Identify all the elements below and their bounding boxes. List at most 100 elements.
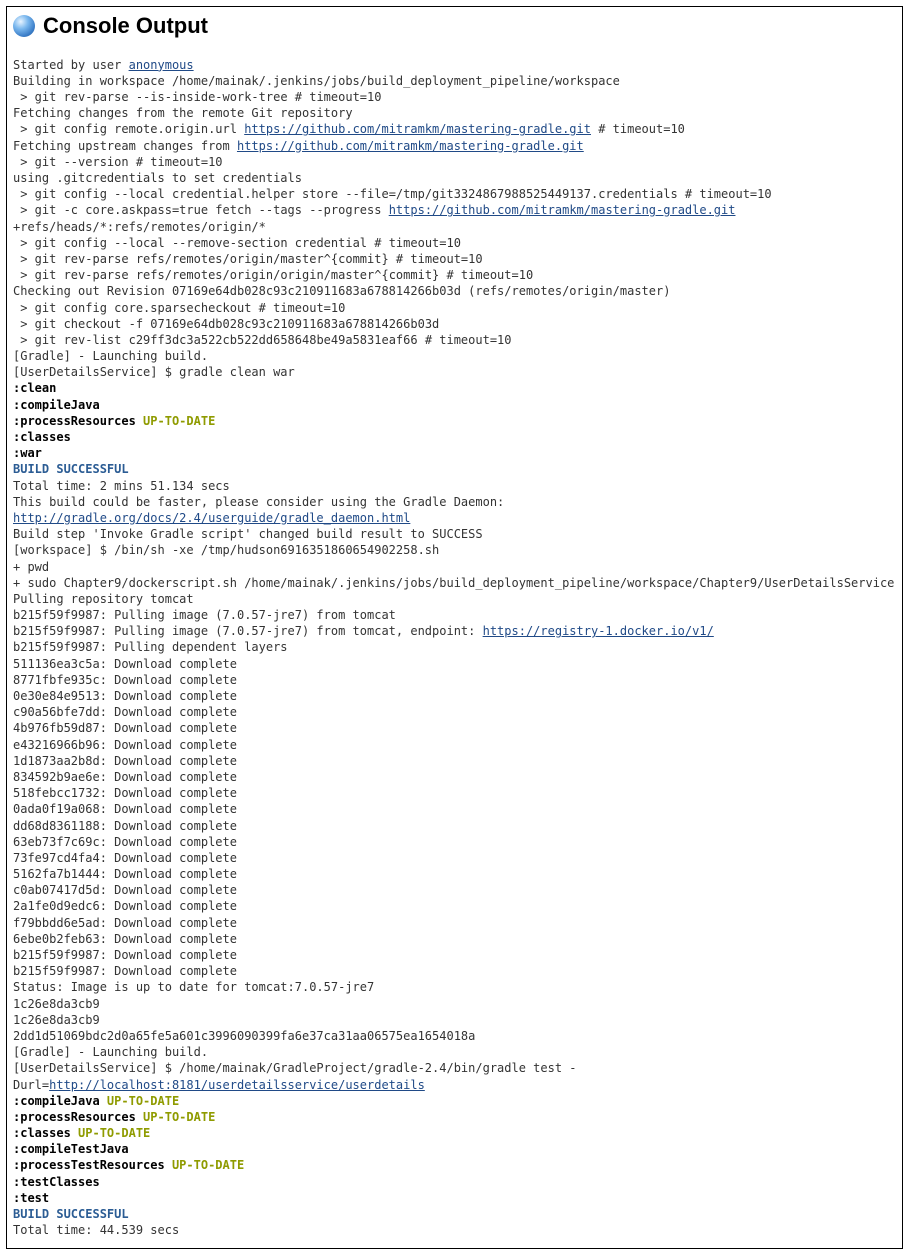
console-text: :processResources [13, 414, 136, 428]
console-text: Build step 'Invoke Gradle script' change… [13, 527, 483, 541]
console-link[interactable]: http://gradle.org/docs/2.4/userguide/gra… [13, 511, 410, 525]
console-text: 8771fbfe935c: Download complete [13, 673, 237, 687]
console-line: > git rev-parse refs/remotes/origin/mast… [13, 251, 896, 267]
console-text: > git config --local --remove-section cr… [13, 236, 461, 250]
console-line: b215f59f9987: Download complete [13, 963, 896, 979]
console-text: Total time: 2 mins 51.134 secs [13, 479, 230, 493]
console-text: c0ab07417d5d: Download complete [13, 883, 237, 897]
console-line: [UserDetailsService] $ gradle clean war [13, 364, 896, 380]
console-text: Pulling repository tomcat [13, 592, 194, 606]
console-text: b215f59f9987: Download complete [13, 948, 237, 962]
console-text: UP-TO-DATE [136, 414, 215, 428]
console-link[interactable]: https://registry-1.docker.io/v1/ [483, 624, 714, 638]
console-text: 0ada0f19a068: Download complete [13, 802, 237, 816]
console-line: 2a1fe0d9edc6: Download complete [13, 898, 896, 914]
console-line: > git config core.sparsecheckout # timeo… [13, 300, 896, 316]
console-text: :compileJava [13, 1094, 100, 1108]
console-line: > git rev-parse --is-inside-work-tree # … [13, 89, 896, 105]
console-line: + sudo Chapter9/dockerscript.sh /home/ma… [13, 575, 896, 591]
console-line: dd68d8361188: Download complete [13, 818, 896, 834]
console-line: :compileJava [13, 397, 896, 413]
console-line: Total time: 44.539 secs [13, 1222, 896, 1238]
console-line: :war [13, 445, 896, 461]
console-line: b215f59f9987: Pulling dependent layers [13, 639, 896, 655]
console-line: 8771fbfe935c: Download complete [13, 672, 896, 688]
console-line: :compileJava UP-TO-DATE [13, 1093, 896, 1109]
console-line: 1d1873aa2b8d: Download complete [13, 753, 896, 769]
console-text: :testClasses [13, 1175, 100, 1189]
console-text: Building in workspace /home/mainak/.jenk… [13, 74, 620, 88]
console-line: > git rev-parse refs/remotes/origin/orig… [13, 267, 896, 283]
console-line: f79bbdd6e5ad: Download complete [13, 915, 896, 931]
console-line: Status: Image is up to date for tomcat:7… [13, 979, 896, 995]
console-line: :classes [13, 429, 896, 445]
console-text: b215f59f9987: Pulling image (7.0.57-jre7… [13, 608, 396, 622]
console-text: 834592b9ae6e: Download complete [13, 770, 237, 784]
console-text: > git rev-parse --is-inside-work-tree # … [13, 90, 381, 104]
console-line: :classes UP-TO-DATE [13, 1125, 896, 1141]
console-text: This build could be faster, please consi… [13, 495, 512, 509]
page-header: Console Output [13, 11, 896, 41]
console-text: c90a56bfe7dd: Download complete [13, 705, 237, 719]
console-link[interactable]: anonymous [129, 58, 194, 72]
console-text: 2dd1d51069bdc2d0a65fe5a601c3996090399fa6… [13, 1029, 475, 1043]
console-link[interactable]: https://github.com/mitramkm/mastering-gr… [237, 139, 584, 153]
console-text: 518febcc1732: Download complete [13, 786, 237, 800]
console-link[interactable]: https://github.com/mitramkm/mastering-gr… [244, 122, 591, 136]
console-line: 0ada0f19a068: Download complete [13, 801, 896, 817]
console-text: 63eb73f7c69c: Download complete [13, 835, 237, 849]
console-text: > git rev-parse refs/remotes/origin/mast… [13, 252, 483, 266]
console-text: :processTestResources [13, 1158, 165, 1172]
console-line: 73fe97cd4fa4: Download complete [13, 850, 896, 866]
console-text: b215f59f9987: Download complete [13, 964, 237, 978]
console-text: Started by user [13, 58, 129, 72]
console-line: Started by user anonymous [13, 57, 896, 73]
console-text: :compileJava [13, 398, 100, 412]
console-line: 0e30e84e9513: Download complete [13, 688, 896, 704]
console-text: 5162fa7b1444: Download complete [13, 867, 237, 881]
console-text: > git checkout -f 07169e64db028c93c21091… [13, 317, 439, 331]
console-text: Total time: 44.539 secs [13, 1223, 179, 1237]
console-line: c0ab07417d5d: Download complete [13, 882, 896, 898]
console-text: BUILD SUCCESSFUL [13, 462, 129, 476]
console-text: + sudo Chapter9/dockerscript.sh /home/ma… [13, 576, 894, 590]
console-line: This build could be faster, please consi… [13, 494, 896, 526]
console-line: 6ebe0b2feb63: Download complete [13, 931, 896, 947]
console-line: 511136ea3c5a: Download complete [13, 656, 896, 672]
console-link[interactable]: http://localhost:8181/userdetailsservice… [49, 1078, 425, 1092]
console-line: Pulling repository tomcat [13, 591, 896, 607]
console-line: + pwd [13, 559, 896, 575]
console-line: > git -c core.askpass=true fetch --tags … [13, 202, 896, 234]
console-line: Building in workspace /home/mainak/.jenk… [13, 73, 896, 89]
console-text: b215f59f9987: Pulling dependent layers [13, 640, 288, 654]
console-text: > git config remote.origin.url [13, 122, 244, 136]
console-line: 518febcc1732: Download complete [13, 785, 896, 801]
console-text: 73fe97cd4fa4: Download complete [13, 851, 237, 865]
console-text: UP-TO-DATE [71, 1126, 150, 1140]
page-title: Console Output [43, 11, 208, 41]
console-line: > git rev-list c29ff3dc3a522cb522dd65864… [13, 332, 896, 348]
console-line: 4b976fb59d87: Download complete [13, 720, 896, 736]
console-line: > git --version # timeout=10 [13, 154, 896, 170]
console-text: :classes [13, 430, 71, 444]
console-text: 2a1fe0d9edc6: Download complete [13, 899, 237, 913]
console-line: :testClasses [13, 1174, 896, 1190]
console-text: Status: Image is up to date for tomcat:7… [13, 980, 374, 994]
console-text: b215f59f9987: Pulling image (7.0.57-jre7… [13, 624, 483, 638]
console-text: Checking out Revision 07169e64db028c93c2… [13, 284, 670, 298]
console-line: :test [13, 1190, 896, 1206]
console-text: > git rev-parse refs/remotes/origin/orig… [13, 268, 533, 282]
console-text: :compileTestJava [13, 1142, 129, 1156]
console-text: Fetching upstream changes from [13, 139, 237, 153]
console-text: > git --version # timeout=10 [13, 155, 223, 169]
console-line: 2dd1d51069bdc2d0a65fe5a601c3996090399fa6… [13, 1028, 896, 1044]
console-text: [workspace] $ /bin/sh -xe /tmp/hudson691… [13, 543, 439, 557]
console-line: 63eb73f7c69c: Download complete [13, 834, 896, 850]
console-text: UP-TO-DATE [100, 1094, 179, 1108]
console-text: 4b976fb59d87: Download complete [13, 721, 237, 735]
console-text: :clean [13, 381, 56, 395]
console-line: Total time: 2 mins 51.134 secs [13, 478, 896, 494]
console-link[interactable]: https://github.com/mitramkm/mastering-gr… [389, 203, 736, 217]
console-text: :processResources [13, 1110, 136, 1124]
console-text: :classes [13, 1126, 71, 1140]
